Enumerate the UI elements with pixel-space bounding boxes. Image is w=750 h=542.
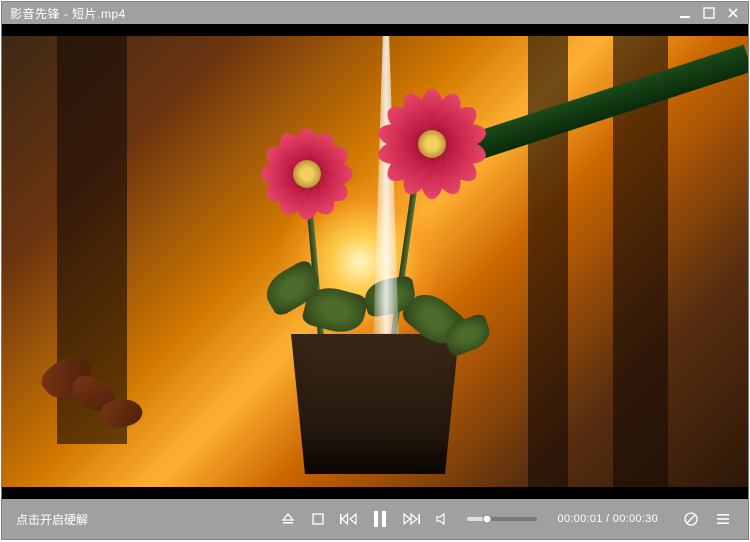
volume-icon[interactable] — [431, 508, 453, 530]
time-display: 00:00:01 / 00:00:30 — [557, 513, 658, 525]
window-title: 影音先锋 - 短片.mp4 — [10, 5, 126, 22]
prev-icon[interactable] — [337, 508, 359, 530]
video-frame — [2, 24, 748, 499]
minimize-icon[interactable] — [678, 6, 692, 20]
disable-icon[interactable] — [680, 508, 702, 530]
time-total: 00:00:30 — [613, 513, 658, 525]
menu-icon[interactable] — [712, 508, 734, 530]
eject-icon[interactable] — [277, 508, 299, 530]
next-icon[interactable] — [401, 508, 423, 530]
video-viewport[interactable] — [2, 24, 748, 499]
hardware-decode-toggle[interactable]: 点击开启硬解 — [16, 511, 88, 528]
titlebar[interactable]: 影音先锋 - 短片.mp4 — [2, 2, 748, 24]
stop-icon[interactable] — [307, 508, 329, 530]
close-icon[interactable] — [726, 6, 740, 20]
time-separator: / — [603, 513, 613, 525]
maximize-icon[interactable] — [702, 6, 716, 20]
controls-bar: 点击开启硬解 00:00:01 / 00:00:30 — [2, 499, 748, 539]
controls-right — [680, 508, 734, 530]
app-window: 影音先锋 - 短片.mp4 — [1, 1, 749, 540]
window-controls — [678, 6, 740, 20]
volume-thumb[interactable] — [483, 515, 492, 524]
time-current: 00:00:01 — [557, 513, 602, 525]
pause-icon[interactable] — [367, 508, 393, 530]
volume-slider[interactable] — [467, 517, 537, 521]
